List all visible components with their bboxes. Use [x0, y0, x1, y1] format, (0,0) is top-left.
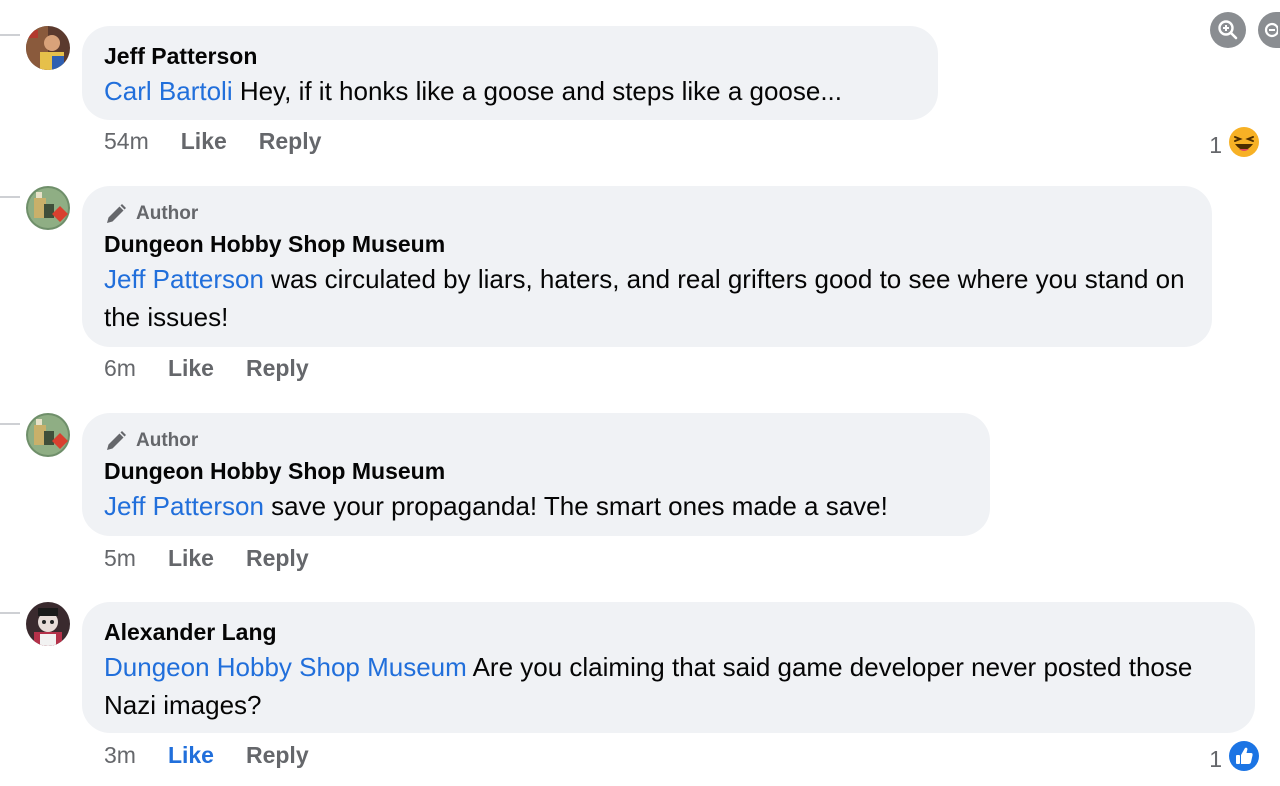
thread-connector [0, 612, 20, 624]
comment-actions: 5m Like Reply [104, 545, 309, 572]
comment-bubble: Author Dungeon Hobby Shop Museum Jeff Pa… [82, 186, 1212, 347]
comment-text: Jeff Patterson save your propaganda! The… [104, 487, 968, 525]
comment-bubble: Author Dungeon Hobby Shop Museum Jeff Pa… [82, 413, 990, 536]
commenter-name[interactable]: Dungeon Hobby Shop Museum [104, 228, 1190, 260]
comment-body: save your propaganda! The smart ones mad… [263, 491, 888, 521]
haha-emoji-icon [1228, 126, 1260, 164]
comment-body: Hey, if it honks like a goose and steps … [232, 76, 843, 106]
reply-button[interactable]: Reply [246, 742, 309, 769]
comment-bubble: Jeff Patterson Carl Bartoli Hey, if it h… [82, 26, 938, 120]
avatar[interactable] [26, 602, 70, 646]
pencil-icon [104, 202, 128, 226]
thread-connector [0, 196, 20, 208]
pencil-icon [104, 429, 128, 453]
reply-button[interactable]: Reply [246, 355, 309, 382]
comment-actions: 6m Like Reply [104, 355, 309, 382]
thread-connector [0, 423, 20, 435]
mention-link[interactable]: Jeff Patterson [104, 264, 264, 294]
timestamp[interactable]: 3m [104, 742, 136, 769]
author-badge: Author [104, 200, 1190, 228]
comment-text: Carl Bartoli Hey, if it honks like a goo… [104, 72, 916, 110]
commenter-name[interactable]: Alexander Lang [104, 616, 1233, 648]
comment-text: Jeff Patterson was circulated by liars, … [104, 260, 1190, 336]
like-button[interactable]: Like [168, 355, 214, 382]
zoom-in-icon[interactable] [1210, 12, 1246, 48]
timestamp[interactable]: 54m [104, 128, 149, 155]
author-badge-label: Author [136, 203, 199, 224]
like-button[interactable]: Like [168, 545, 214, 572]
like-button[interactable]: Like [181, 128, 227, 155]
viewer-controls [1210, 12, 1280, 48]
reply-button[interactable]: Reply [259, 128, 322, 155]
timestamp[interactable]: 6m [104, 355, 136, 382]
timestamp[interactable]: 5m [104, 545, 136, 572]
mention-link[interactable]: Jeff Patterson [104, 491, 264, 521]
commenter-name[interactable]: Dungeon Hobby Shop Museum [104, 455, 968, 487]
mention-link[interactable]: Dungeon Hobby Shop Museum [104, 652, 467, 682]
reply-button[interactable]: Reply [246, 545, 309, 572]
comment-text: Dungeon Hobby Shop Museum Are you claimi… [104, 648, 1233, 724]
like-thumb-icon [1228, 740, 1260, 778]
author-badge: Author [104, 427, 968, 455]
comment-bubble: Alexander Lang Dungeon Hobby Shop Museum… [82, 602, 1255, 733]
avatar[interactable] [26, 186, 70, 230]
reaction-summary[interactable]: 1 [1209, 740, 1260, 778]
avatar[interactable] [26, 413, 70, 457]
comment-thread: Jeff Patterson Carl Bartoli Hey, if it h… [0, 0, 1280, 786]
comment-body: was circulated by liars, haters, and rea… [104, 264, 1185, 332]
comment-actions: 3m Like Reply [104, 742, 309, 769]
avatar[interactable] [26, 26, 70, 70]
reaction-count: 1 [1209, 131, 1222, 158]
comment-actions: 54m Like Reply [104, 128, 321, 155]
thread-connector [0, 34, 20, 46]
author-badge-label: Author [136, 430, 199, 451]
reaction-summary[interactable]: 1 [1209, 126, 1260, 164]
mention-link[interactable]: Carl Bartoli [104, 76, 233, 106]
like-button[interactable]: Like [168, 742, 214, 769]
zoom-out-icon[interactable] [1258, 12, 1280, 48]
commenter-name[interactable]: Jeff Patterson [104, 40, 916, 72]
reaction-count: 1 [1209, 745, 1222, 772]
